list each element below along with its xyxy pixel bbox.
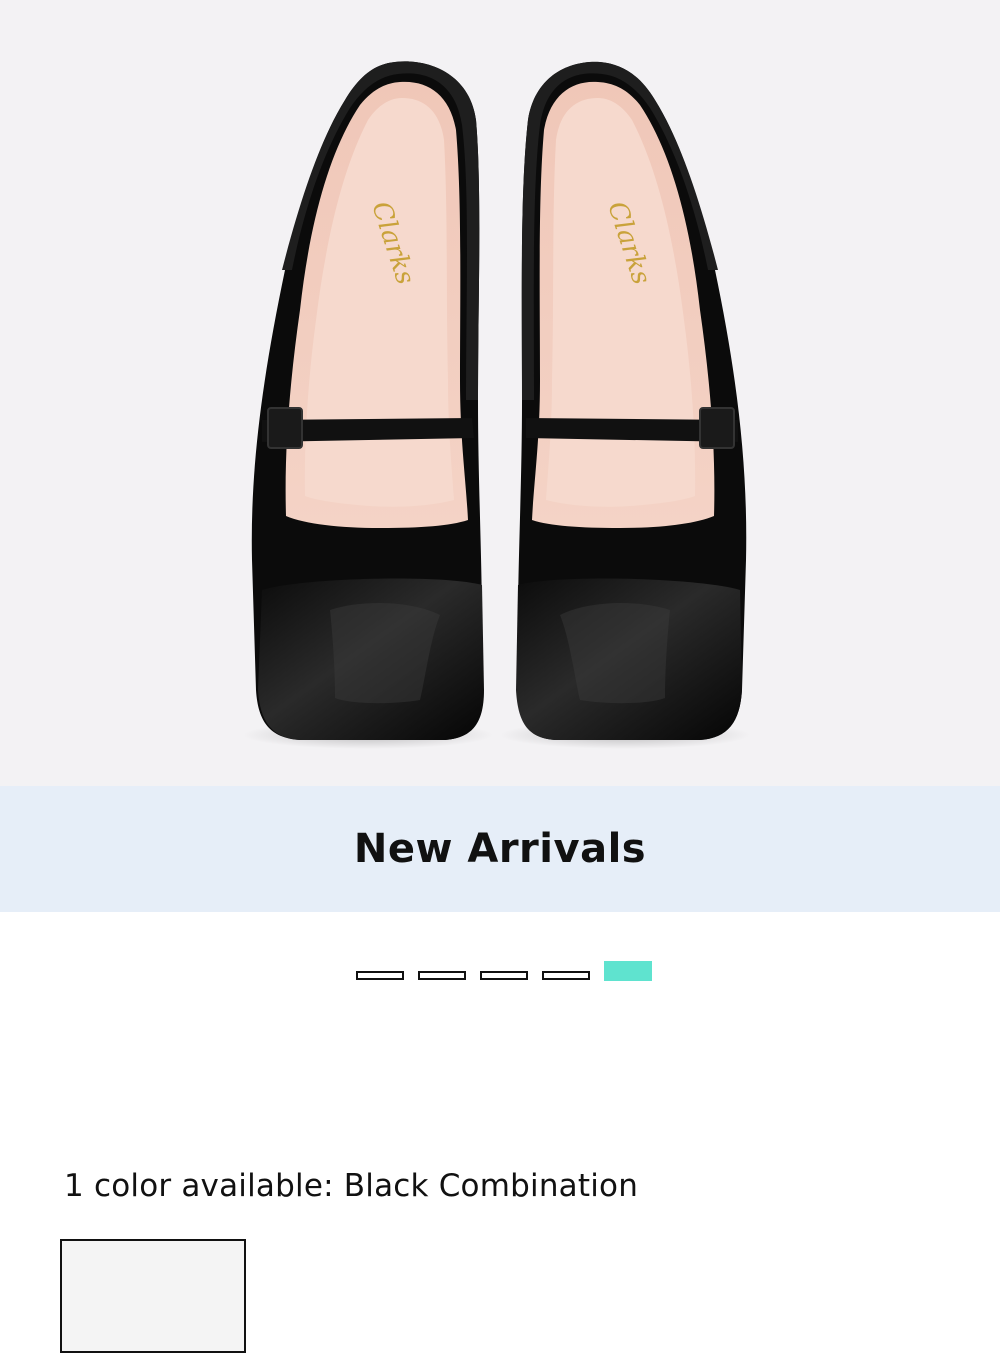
- shoe-pair-image: Clarks Clarks: [243, 61, 750, 749]
- right-shoe: Clarks: [500, 61, 750, 749]
- carousel-pagination: [0, 960, 1000, 984]
- new-arrivals-banner: New Arrivals: [0, 786, 1000, 912]
- left-shoe: Clarks: [243, 61, 493, 749]
- carousel-dot-4[interactable]: [542, 971, 590, 980]
- carousel-dot-1[interactable]: [356, 971, 404, 980]
- banner-label: New Arrivals: [353, 826, 647, 872]
- carousel-dot-2[interactable]: [418, 971, 466, 980]
- carousel-dot-3[interactable]: [480, 971, 528, 980]
- color-swatch-black-combination[interactable]: [60, 1239, 246, 1353]
- carousel-dot-5-active[interactable]: [604, 961, 652, 981]
- color-availability-label: 1 color available: Black Combination: [64, 1168, 639, 1204]
- product-image[interactable]: Clarks Clarks: [0, 0, 1000, 786]
